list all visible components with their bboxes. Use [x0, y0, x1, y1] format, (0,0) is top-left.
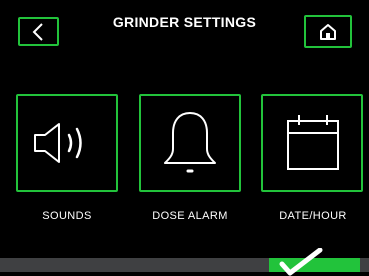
- calendar-icon: [287, 115, 339, 170]
- date-hour-tile[interactable]: [261, 94, 363, 192]
- home-button[interactable]: [304, 15, 352, 48]
- date-hour-label: DATE/HOUR: [279, 210, 347, 222]
- bell-icon: [164, 112, 216, 173]
- check-icon: [279, 248, 323, 276]
- sounds-label: SOUNDS: [42, 210, 92, 222]
- speaker-icon: [34, 123, 82, 163]
- home-icon: [320, 23, 336, 40]
- dose-alarm-label: DOSE ALARM: [152, 210, 228, 222]
- sounds-tile[interactable]: [16, 94, 118, 192]
- dose-alarm-tile[interactable]: [139, 94, 241, 192]
